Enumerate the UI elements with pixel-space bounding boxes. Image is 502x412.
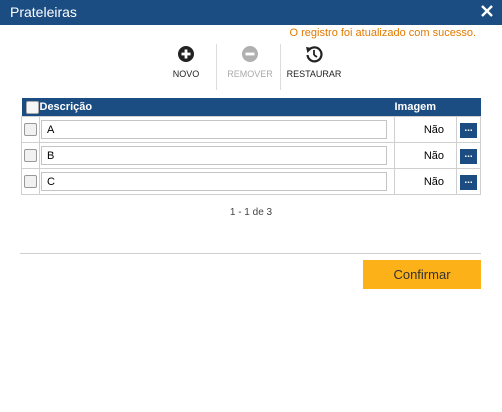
dialog-titlebar: Prateleiras — [0, 0, 502, 25]
toolbar-divider — [280, 44, 281, 90]
remove-button[interactable]: REMOVER — [226, 45, 274, 79]
dialog-title: Prateleiras — [10, 4, 77, 20]
image-action-cell: ... — [456, 142, 481, 169]
row-checkbox-cell — [21, 168, 40, 195]
image-select-button[interactable]: ... — [460, 174, 477, 190]
success-message: O registro foi atualizado com sucesso. — [289, 27, 476, 39]
confirm-button[interactable]: Confirmar — [363, 260, 481, 289]
shelves-grid: Descrição Imagem Não ... Não — [21, 98, 481, 195]
row-checkbox[interactable] — [24, 175, 37, 188]
table-row: Não ... — [21, 116, 481, 143]
select-all-checkbox[interactable] — [25, 100, 39, 114]
restore-button[interactable]: RESTAURAR — [286, 45, 342, 79]
restore-label: RESTAURAR — [286, 69, 342, 79]
row-checkbox[interactable] — [24, 149, 37, 162]
image-cell: Não — [394, 116, 457, 143]
image-header: Imagem — [394, 98, 457, 117]
description-cell — [39, 116, 395, 143]
plus-circle-icon — [177, 45, 195, 63]
restore-icon — [305, 45, 323, 63]
footer-divider — [20, 253, 481, 254]
row-checkbox-cell — [21, 116, 40, 143]
new-button[interactable]: NOVO — [170, 45, 202, 79]
description-header: Descrição — [39, 98, 395, 117]
remove-label: REMOVER — [227, 69, 273, 79]
description-input[interactable] — [41, 120, 387, 139]
description-input[interactable] — [41, 146, 387, 165]
image-cell: Não — [394, 142, 457, 169]
image-action-cell: ... — [456, 168, 481, 195]
table-row: Não ... — [21, 168, 481, 195]
grid-header-row: Descrição Imagem — [21, 98, 481, 117]
description-cell — [39, 168, 395, 195]
row-checkbox[interactable] — [24, 123, 37, 136]
image-select-button[interactable]: ... — [460, 122, 477, 138]
minus-circle-icon — [241, 45, 259, 63]
description-cell — [39, 142, 395, 169]
image-cell: Não — [394, 168, 457, 195]
description-input[interactable] — [41, 172, 387, 191]
image-action-cell: ... — [456, 116, 481, 143]
toolbar-divider — [216, 44, 217, 90]
image-select-button[interactable]: ... — [460, 148, 477, 164]
action-header — [456, 98, 481, 117]
new-label: NOVO — [172, 69, 200, 79]
close-icon[interactable] — [479, 2, 495, 20]
row-checkbox-cell — [21, 142, 40, 169]
table-row: Não ... — [21, 142, 481, 169]
select-all-cell — [21, 98, 40, 117]
pagination-info: 1 - 1 de 3 — [229, 207, 273, 218]
